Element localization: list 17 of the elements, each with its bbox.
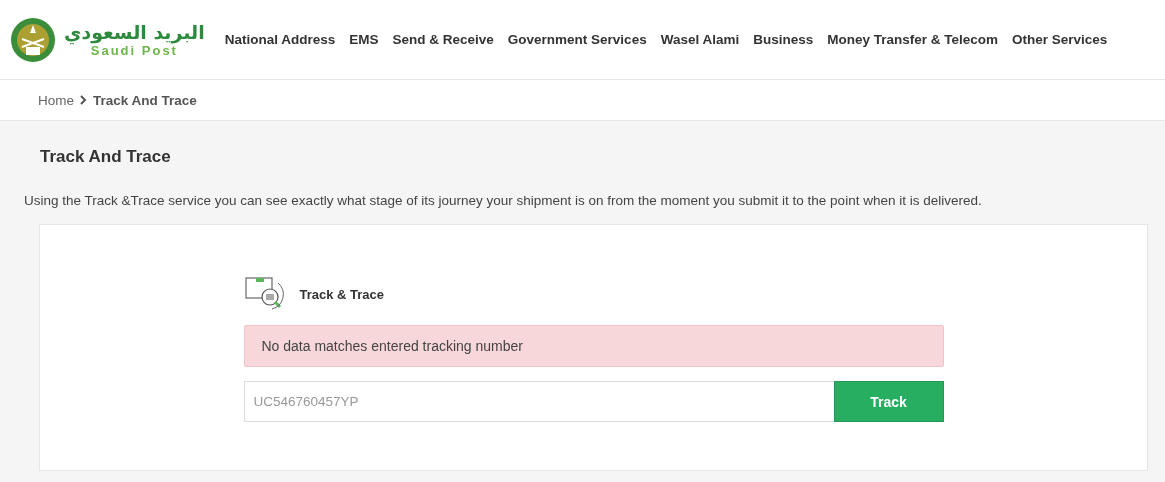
logo-text: Saudi Post <box>90 43 178 57</box>
page-title: Track And Trace <box>40 147 172 167</box>
error-alert: No data matches entered tracking number <box>243 325 944 367</box>
nav-link[interactable]: Other Services <box>1012 32 1108 47</box>
nav-link[interactable]: National Address <box>224 32 336 47</box>
nav-link[interactable]: Government Services <box>507 32 647 47</box>
nav-link[interactable]: Wasel Alami <box>660 32 740 47</box>
nav-link[interactable]: EMS <box>349 32 379 47</box>
panel-title: Track & Trace <box>299 286 385 302</box>
chevron-icon <box>80 95 87 105</box>
intro-text: Using the Track &Trace service you can see exactly what stage of its journey your shipment is on from the moment you submit it to the point when it is delivered. <box>24 193 983 208</box>
nav-link[interactable]: Business <box>753 32 814 47</box>
breadcrumb-link[interactable]: Home <box>38 92 74 108</box>
emblem-icon <box>10 16 56 63</box>
nav-link[interactable]: Money Transfer & Telecom <box>827 32 999 47</box>
nav-link[interactable]: Send & Receive <box>392 32 494 47</box>
breadcrumb-link[interactable]: Track And Trace <box>93 92 197 108</box>
